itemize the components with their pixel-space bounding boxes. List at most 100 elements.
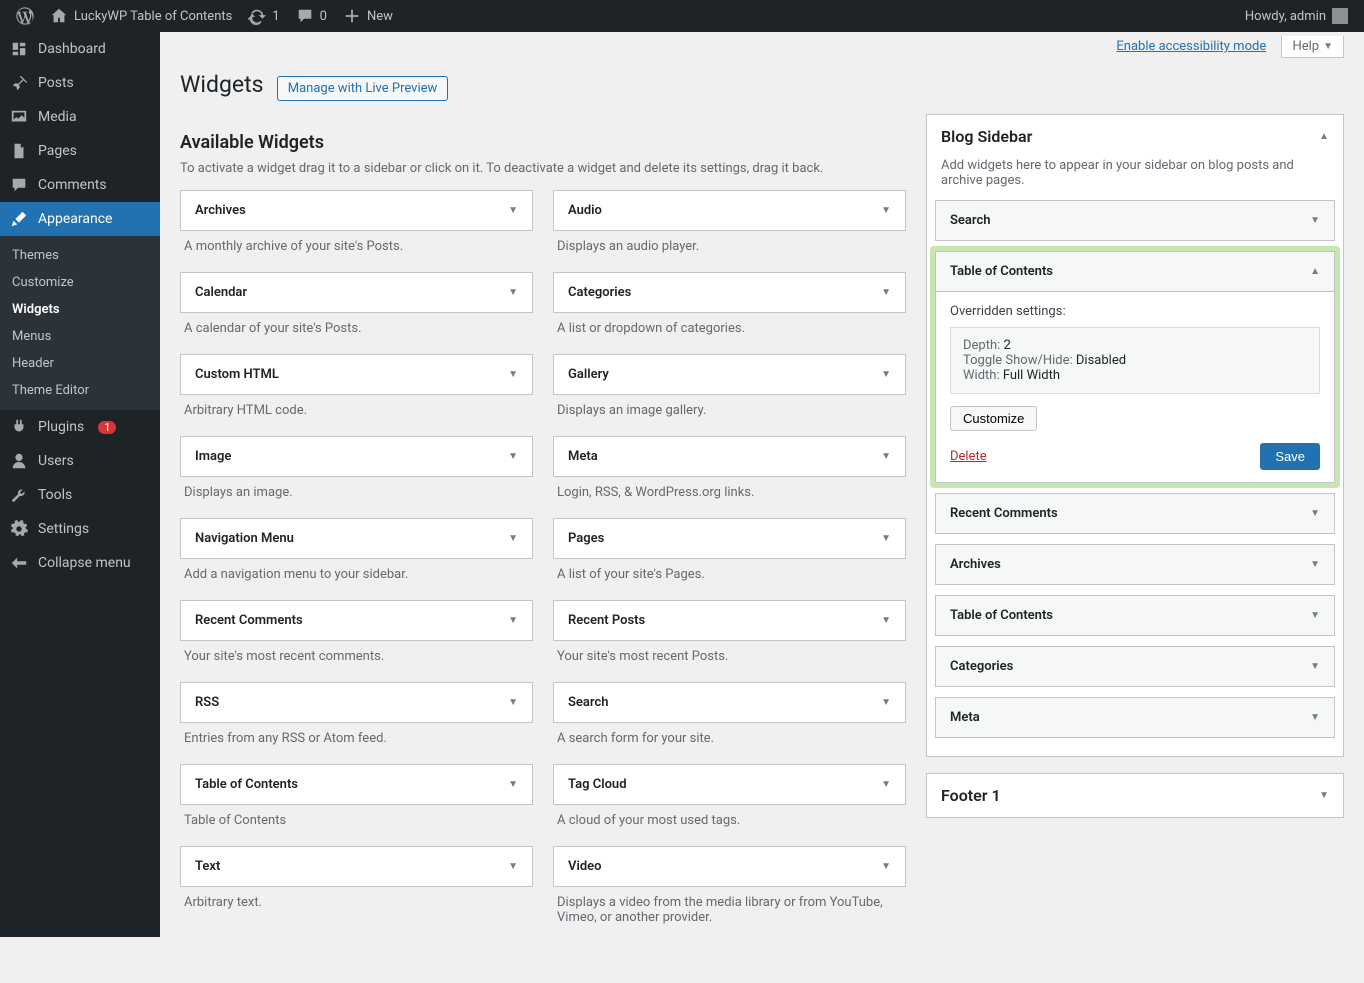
menu-item-plugins[interactable]: Plugins1: [0, 410, 160, 444]
available-widget[interactable]: Tag Cloud▼: [553, 764, 906, 805]
chevron-down-icon: ▼: [1310, 215, 1320, 226]
menu-label: Collapse menu: [38, 555, 131, 571]
available-widgets-heading: Available Widgets: [180, 132, 906, 153]
widget-name: Recent Comments: [195, 613, 303, 628]
menu-item-users[interactable]: Users: [0, 444, 160, 478]
placed-widget: Search ▼: [935, 200, 1335, 241]
available-widget[interactable]: Navigation Menu▼: [180, 518, 533, 559]
new-content[interactable]: New: [335, 0, 401, 32]
chevron-down-icon: ▼: [508, 615, 518, 626]
brush-icon: [10, 210, 28, 228]
widget-name: Table of Contents: [195, 777, 298, 792]
available-widget[interactable]: RSS▼: [180, 682, 533, 723]
submenu-item-menus[interactable]: Menus: [0, 323, 160, 350]
comment-icon: [296, 7, 314, 25]
chevron-down-icon: ▼: [881, 861, 891, 872]
menu-item-appearance[interactable]: Appearance: [0, 202, 160, 236]
available-widget[interactable]: Text▼: [180, 846, 533, 887]
customize-button[interactable]: Customize: [950, 406, 1037, 431]
menu-item-pages[interactable]: Pages: [0, 134, 160, 168]
placed-widget-header[interactable]: Table of Contents▲: [936, 252, 1334, 291]
placed-widget-header[interactable]: Meta▼: [936, 698, 1334, 737]
submenu-item-customize[interactable]: Customize: [0, 269, 160, 296]
submenu-item-theme-editor[interactable]: Theme Editor: [0, 377, 160, 404]
chevron-down-icon: ▼: [1310, 508, 1320, 519]
chevron-down-icon: ▼: [1310, 661, 1320, 672]
available-widget[interactable]: Archives▼: [180, 190, 533, 231]
available-widget[interactable]: Table of Contents▼: [180, 764, 533, 805]
widget-desc: A cloud of your most used tags.: [553, 805, 906, 846]
widget-name: Audio: [568, 203, 602, 218]
sidebar-area-blog: Blog Sidebar ▲ Add widgets here to appea…: [926, 114, 1344, 757]
available-widget[interactable]: Custom HTML▼: [180, 354, 533, 395]
comments-link[interactable]: 0: [288, 0, 335, 32]
gear-icon: [10, 520, 28, 538]
chevron-down-icon: ▼: [508, 861, 518, 872]
menu-item-media[interactable]: Media: [0, 100, 160, 134]
delete-link[interactable]: Delete: [950, 449, 987, 464]
sidebar-area-title: Footer 1: [941, 786, 1001, 805]
widget-desc: Login, RSS, & WordPress.org links.: [553, 477, 906, 518]
available-widget[interactable]: Meta▼: [553, 436, 906, 477]
widget-desc: A calendar of your site's Posts.: [180, 313, 533, 354]
accessibility-link[interactable]: Enable accessibility mode: [1116, 39, 1266, 54]
available-widget[interactable]: Calendar▼: [180, 272, 533, 313]
placed-widget-title: Search: [950, 213, 991, 228]
sidebar-area-footer-header[interactable]: Footer 1 ▼: [927, 774, 1343, 817]
menu-label: Settings: [38, 521, 89, 537]
menu-item-collapse-menu[interactable]: Collapse menu: [0, 546, 160, 580]
menu-item-posts[interactable]: Posts: [0, 66, 160, 100]
available-widget[interactable]: Recent Posts▼: [553, 600, 906, 641]
submenu-item-themes[interactable]: Themes: [0, 242, 160, 269]
chevron-down-icon: ▼: [508, 369, 518, 380]
save-button[interactable]: Save: [1260, 443, 1320, 470]
placed-widget-header[interactable]: Search ▼: [936, 201, 1334, 240]
wp-logo[interactable]: [8, 0, 42, 32]
updates-count: 1: [272, 9, 279, 24]
widget-desc: Add a navigation menu to your sidebar.: [180, 559, 533, 600]
placed-widget-header[interactable]: Archives▼: [936, 545, 1334, 584]
widget-desc: Your site's most recent Posts.: [553, 641, 906, 682]
menu-item-tools[interactable]: Tools: [0, 478, 160, 512]
menu-item-dashboard[interactable]: Dashboard: [0, 32, 160, 66]
wordpress-icon: [16, 7, 34, 25]
menu-item-settings[interactable]: Settings: [0, 512, 160, 546]
available-widget[interactable]: Search▼: [553, 682, 906, 723]
sidebar-area-blog-header[interactable]: Blog Sidebar ▲: [927, 115, 1343, 158]
available-widget[interactable]: Categories▼: [553, 272, 906, 313]
dashboard-icon: [10, 40, 28, 58]
placed-widget-title: Categories: [950, 659, 1013, 674]
available-widget[interactable]: Audio▼: [553, 190, 906, 231]
manage-live-preview-button[interactable]: Manage with Live Preview: [277, 76, 449, 101]
menu-item-comments[interactable]: Comments: [0, 168, 160, 202]
menu-label: Pages: [38, 143, 77, 159]
widget-desc: Arbitrary text.: [180, 887, 533, 928]
available-widget[interactable]: Recent Comments ▼: [180, 600, 533, 641]
chevron-down-icon: ▼: [1323, 41, 1333, 52]
chevron-down-icon: ▼: [881, 779, 891, 790]
placed-widget-header[interactable]: Categories ▼: [936, 647, 1334, 686]
available-widget[interactable]: Pages▼: [553, 518, 906, 559]
widget-name: Recent Posts: [568, 613, 645, 628]
placed-widget-header[interactable]: Table of Contents▼: [936, 596, 1334, 635]
my-account[interactable]: Howdy, admin: [1237, 0, 1356, 32]
chevron-down-icon: ▼: [881, 369, 891, 380]
help-button[interactable]: Help ▼: [1281, 36, 1344, 58]
submenu-item-widgets[interactable]: Widgets: [0, 296, 160, 323]
site-link[interactable]: LuckyWP Table of Contents: [42, 0, 240, 32]
placed-widget-header[interactable]: Recent Comments ▼: [936, 494, 1334, 533]
widget-name: RSS: [195, 695, 219, 710]
submenu-item-header[interactable]: Header: [0, 350, 160, 377]
placed-widget-title: Recent Comments: [950, 506, 1058, 521]
updates-link[interactable]: 1: [240, 0, 287, 32]
sidebar-area-footer: Footer 1 ▼: [926, 773, 1344, 818]
widget-name: Navigation Menu: [195, 531, 294, 546]
setting-key: Width:: [963, 368, 1003, 383]
available-widget[interactable]: Gallery▼: [553, 354, 906, 395]
placed-widget-body: Overridden settings:Depth: 2Toggle Show/…: [936, 291, 1334, 482]
refresh-icon: [248, 7, 266, 25]
new-label: New: [367, 9, 393, 24]
available-widget[interactable]: Image▼: [180, 436, 533, 477]
available-widget[interactable]: Video▼: [553, 846, 906, 887]
user-icon: [10, 452, 28, 470]
